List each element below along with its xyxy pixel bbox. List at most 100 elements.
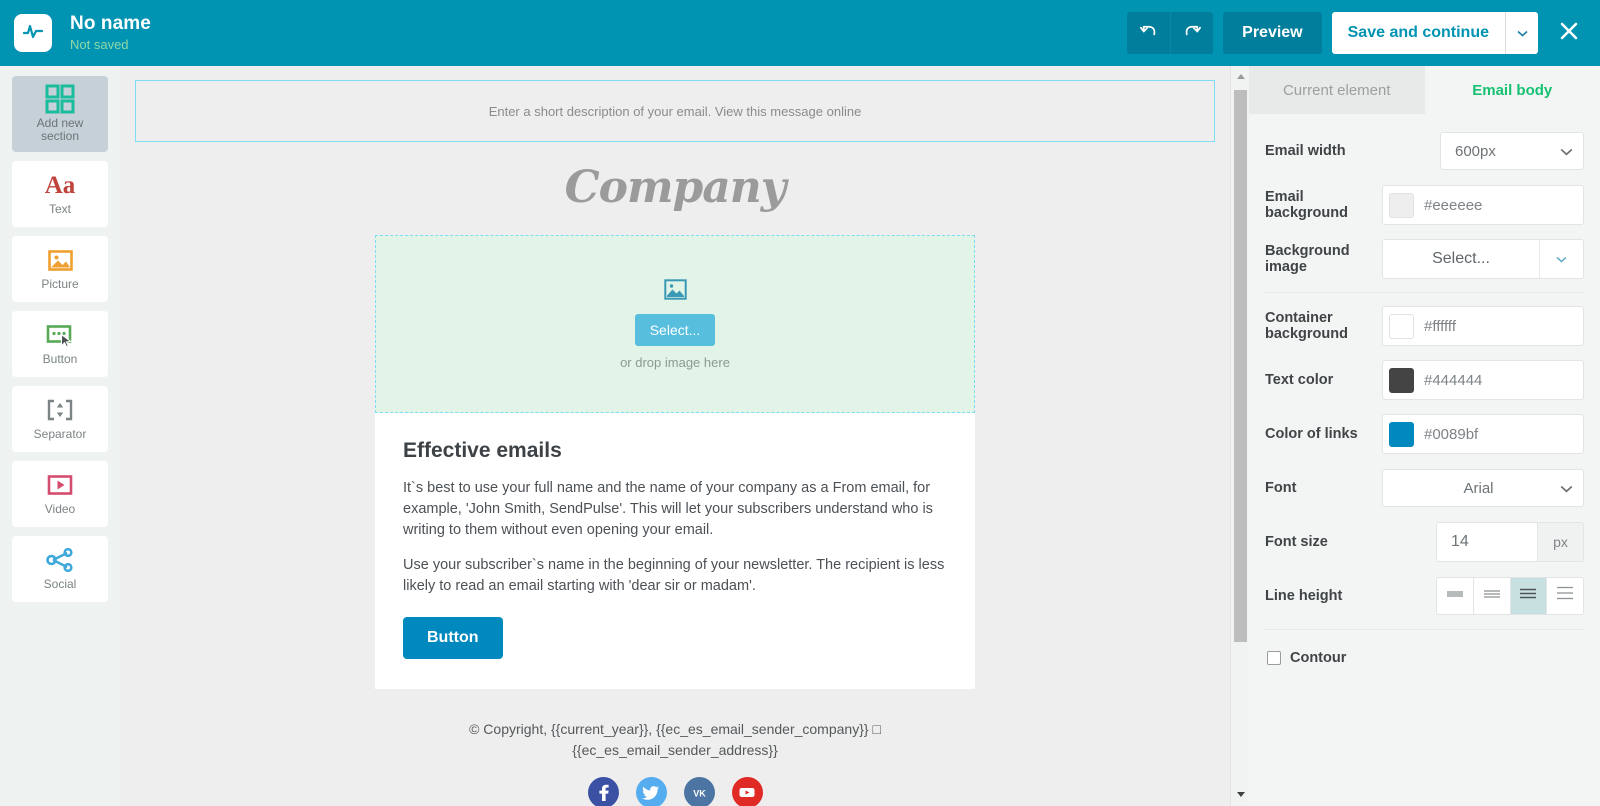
- line-height-relaxed-icon: [1518, 586, 1538, 606]
- sidebar-item-social[interactable]: Social: [12, 536, 108, 602]
- sidebar-item-label: Add new section: [36, 115, 84, 143]
- preview-button[interactable]: Preview: [1223, 12, 1322, 54]
- panel-fields: Email width 600px Email background #eeee…: [1249, 114, 1600, 666]
- color-swatch[interactable]: [1389, 313, 1414, 339]
- line-height-normal-icon: [1482, 587, 1502, 606]
- link-color-picker[interactable]: #0089bf: [1382, 414, 1584, 454]
- font-size-unit: px: [1538, 522, 1584, 562]
- email-canvas[interactable]: Enter a short description of your email.…: [120, 66, 1230, 806]
- blocks-sidebar: Add new section Aa Text Picture Button S…: [0, 66, 120, 806]
- chevron-down-icon: [1556, 250, 1567, 268]
- field-control: 600px: [1440, 132, 1584, 170]
- sidebar-item-label: Button: [42, 352, 78, 367]
- youtube-icon[interactable]: [731, 777, 763, 806]
- select-image-button[interactable]: Select...: [634, 313, 716, 346]
- scroll-down-arrow-icon[interactable]: [1232, 784, 1249, 804]
- contour-checkbox[interactable]: [1267, 651, 1281, 665]
- background-image-dropdown[interactable]: [1539, 240, 1583, 278]
- sidebar-item-picture[interactable]: Picture: [12, 236, 108, 302]
- footer-copyright-line-2: {{ec_es_email_sender_address}}: [572, 742, 778, 759]
- save-status: Not saved: [70, 36, 129, 52]
- preheader-block[interactable]: Enter a short description of your email.…: [135, 80, 1215, 142]
- color-swatch[interactable]: [1389, 192, 1414, 218]
- text-color-picker[interactable]: #444444: [1382, 360, 1584, 400]
- undo-arrow-icon: [1139, 22, 1158, 44]
- sidebar-item-video[interactable]: Video: [12, 461, 108, 527]
- line-height-tight-icon: [1445, 587, 1465, 605]
- svg-text:VK: VK: [693, 788, 706, 798]
- field-text-color: Text color #444444: [1265, 353, 1584, 407]
- sidebar-item-separator[interactable]: Separator: [12, 386, 108, 452]
- sidebar-item-label: Picture: [41, 277, 79, 292]
- scroll-up-arrow-icon[interactable]: [1232, 66, 1249, 86]
- color-swatch[interactable]: [1389, 367, 1414, 393]
- tab-current-element[interactable]: Current element: [1249, 66, 1425, 114]
- color-swatch[interactable]: [1389, 421, 1414, 447]
- facebook-icon[interactable]: [587, 777, 619, 806]
- panel-scrollbar-thumb[interactable]: [1234, 90, 1247, 642]
- font-select[interactable]: Arial: [1382, 469, 1584, 507]
- tab-email-body[interactable]: Email body: [1424, 66, 1600, 114]
- company-logo-text[interactable]: Company: [120, 162, 1230, 213]
- footer-copyright-line-1: © Copyright, {{current_year}}, {{ec_es_e…: [469, 721, 881, 738]
- field-label: Email background: [1265, 189, 1348, 221]
- text-block[interactable]: Effective emails It`s best to use your f…: [375, 413, 975, 689]
- page-title: No name: [70, 12, 151, 34]
- sidebar-item-text[interactable]: Aa Text: [12, 161, 108, 227]
- email-background-value: #eeeeee: [1424, 196, 1483, 214]
- chevron-down-icon: [1560, 143, 1573, 160]
- drop-image-hint: or drop image here: [620, 354, 730, 370]
- sidebar-item-button[interactable]: Button: [12, 311, 108, 377]
- grid-squares-icon: [45, 84, 75, 114]
- save-options-dropdown[interactable]: [1505, 12, 1538, 54]
- preheader-text: Enter a short description of your email.…: [488, 103, 862, 119]
- field-control: #ffffff: [1382, 306, 1584, 346]
- field-email-width: Email width 600px: [1265, 124, 1584, 178]
- twitter-icon[interactable]: [635, 777, 667, 806]
- field-control: #eeeeee: [1382, 185, 1584, 225]
- field-label: Background image: [1265, 243, 1350, 275]
- line-height-group: [1436, 577, 1584, 615]
- email-width-select[interactable]: 600px: [1440, 132, 1584, 170]
- font-size-group: px: [1436, 522, 1584, 562]
- field-email-background: Email background #eeeeee: [1265, 178, 1584, 232]
- field-label: Font size: [1265, 534, 1328, 550]
- vk-icon[interactable]: VK: [683, 777, 715, 806]
- undo-button[interactable]: [1127, 12, 1171, 54]
- field-label: Line height: [1265, 588, 1343, 604]
- video-play-icon: [46, 471, 74, 499]
- field-contour: Contour: [1265, 636, 1584, 666]
- panel-scrollbar[interactable]: [1232, 66, 1249, 806]
- field-control: Arial: [1382, 469, 1584, 507]
- email-background-color-picker[interactable]: #eeeeee: [1382, 185, 1584, 225]
- container-background-color-picker[interactable]: #ffffff: [1382, 306, 1584, 346]
- close-editor-button[interactable]: [1552, 16, 1586, 50]
- line-height-option-loose[interactable]: [1547, 577, 1584, 615]
- button-cursor-icon: [46, 321, 74, 349]
- font-value: Arial: [1463, 479, 1494, 497]
- line-height-option-normal[interactable]: [1473, 577, 1511, 615]
- app-header: No name Not saved Preview Save and conti…: [0, 0, 1600, 66]
- field-label: Email width: [1265, 143, 1346, 159]
- picture-image-icon: [47, 246, 74, 274]
- block-heading: Effective emails: [403, 439, 562, 462]
- background-image-select-button[interactable]: Select...: [1383, 240, 1539, 278]
- line-height-option-tight[interactable]: [1436, 577, 1474, 615]
- redo-button[interactable]: [1170, 12, 1214, 54]
- image-drop-zone[interactable]: Select... or drop image here: [375, 235, 975, 413]
- block-paragraph-1: It`s best to use your full name and the …: [403, 480, 933, 539]
- contour-label: Contour: [1290, 650, 1347, 666]
- cta-button[interactable]: Button: [403, 617, 503, 660]
- field-control: [1436, 577, 1584, 615]
- field-label: Font: [1265, 480, 1297, 496]
- field-label: Text color: [1265, 372, 1334, 388]
- sidebar-item-add-new-section[interactable]: Add new section: [12, 76, 108, 152]
- line-height-option-relaxed[interactable]: [1510, 577, 1548, 615]
- field-line-height: Line height: [1265, 569, 1584, 623]
- block-paragraph-2: Use your subscriber`s name in the beginn…: [403, 557, 945, 595]
- sidebar-item-label: Social: [43, 577, 77, 592]
- redo-arrow-icon: [1183, 22, 1202, 44]
- footer-copyright[interactable]: © Copyright, {{current_year}}, {{ec_es_e…: [375, 719, 975, 761]
- font-size-input[interactable]: [1436, 522, 1538, 562]
- save-and-continue-button[interactable]: Save and continue: [1331, 12, 1505, 54]
